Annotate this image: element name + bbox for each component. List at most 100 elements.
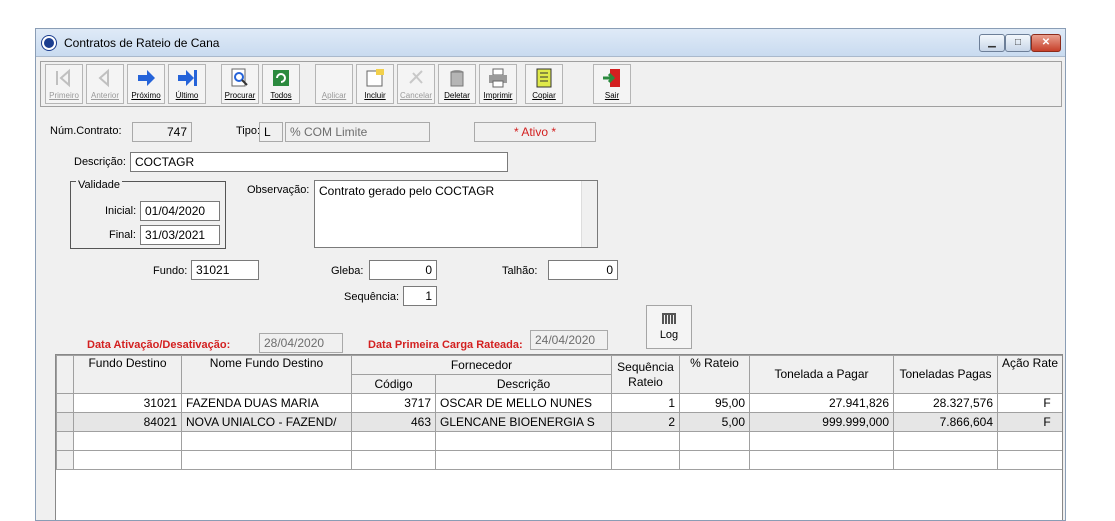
row-indicator[interactable] xyxy=(56,450,74,470)
rateio-percent-header[interactable]: % Rateio xyxy=(679,355,750,394)
empty-cell[interactable] xyxy=(997,431,1062,451)
rateio-cell[interactable]: 5,00 xyxy=(679,412,750,432)
action-cell[interactable]: F xyxy=(997,412,1062,432)
ton-paid-cell[interactable]: 28.327,576 xyxy=(893,393,998,413)
next-button[interactable]: Próximo xyxy=(127,64,165,104)
previous-button[interactable]: Anterior xyxy=(86,64,124,104)
row-indicator[interactable] xyxy=(56,393,74,413)
observation-scrollbar[interactable] xyxy=(581,181,597,247)
maximize-icon[interactable]: □ xyxy=(1005,34,1031,52)
sequence-label: Sequência: xyxy=(344,291,400,303)
include-label: Incluir xyxy=(364,91,386,100)
description-label: Descrição: xyxy=(74,156,126,168)
previous-icon xyxy=(98,68,109,88)
empty-cell[interactable] xyxy=(435,450,612,470)
fund-destination-header[interactable]: Fundo Destino xyxy=(73,355,182,394)
empty-cell[interactable] xyxy=(679,431,750,451)
delete-button[interactable]: Deletar xyxy=(438,64,476,104)
exit-button[interactable]: Sair xyxy=(593,64,631,104)
all-button[interactable]: Todos xyxy=(262,64,300,104)
supplier-code-cell[interactable]: 463 xyxy=(351,412,436,432)
sequence-cell[interactable]: 2 xyxy=(611,412,680,432)
last-button[interactable]: Último xyxy=(168,64,206,104)
empty-cell[interactable] xyxy=(611,431,680,451)
first-load-date-field: 24/04/2020 xyxy=(530,330,608,350)
fund-cell[interactable]: 31021 xyxy=(73,393,182,413)
fund-cell[interactable]: 84021 xyxy=(73,412,182,432)
cancel-icon xyxy=(409,70,423,84)
empty-cell[interactable] xyxy=(997,450,1062,470)
supplier-code-header[interactable]: Código xyxy=(351,374,436,394)
action-cell[interactable]: F xyxy=(997,393,1062,413)
print-button[interactable]: Imprimir xyxy=(479,64,517,104)
description-field[interactable]: COCTAGR xyxy=(130,152,508,172)
close-icon[interactable]: ✕ xyxy=(1031,34,1061,52)
fund-name-header[interactable]: Nome Fundo Destino xyxy=(181,355,352,394)
table-row[interactable] xyxy=(56,450,1062,470)
sequence-cell[interactable]: 1 xyxy=(611,393,680,413)
supplier-description-cell[interactable]: GLENCANE BIOENERGIA S xyxy=(435,412,612,432)
ton-to-pay-cell[interactable]: 999.999,000 xyxy=(749,412,894,432)
search-button[interactable]: Procurar xyxy=(221,64,259,104)
empty-cell[interactable] xyxy=(893,450,998,470)
ton-paid-header[interactable]: Toneladas Pagas xyxy=(893,355,998,394)
all-label: Todos xyxy=(270,91,292,100)
printer-icon xyxy=(489,68,507,88)
empty-cell[interactable] xyxy=(181,450,352,470)
empty-cell[interactable] xyxy=(893,431,998,451)
table-row[interactable] xyxy=(56,431,1062,451)
log-label: Log xyxy=(659,329,679,341)
supplier-description-header[interactable]: Descrição xyxy=(435,374,612,394)
first-button[interactable]: Primeiro xyxy=(45,64,83,104)
sequence-field[interactable]: 1 xyxy=(403,286,437,306)
empty-cell[interactable] xyxy=(679,450,750,470)
action-header[interactable]: Ação Rate xyxy=(997,355,1062,394)
ton-paid-cell[interactable]: 7.866,604 xyxy=(893,412,998,432)
end-date-field[interactable]: 31/03/2021 xyxy=(140,225,220,245)
apply-icon xyxy=(323,68,345,88)
type-label: Tipo: xyxy=(236,125,261,137)
start-date-field[interactable]: 01/04/2020 xyxy=(140,201,220,221)
next-label: Próximo xyxy=(131,91,161,100)
end-date-label: Final: xyxy=(109,229,136,241)
cancel-button[interactable]: Cancelar xyxy=(397,64,435,104)
observation-field[interactable]: Contrato gerado pelo COCTAGR xyxy=(314,180,598,248)
new-document-icon xyxy=(366,69,384,87)
sequence-rateio-header[interactable]: Sequência Rateio xyxy=(611,355,680,394)
fund-name-cell[interactable]: NOVA UNIALCO - FAZEND/ xyxy=(181,412,352,432)
row-indicator[interactable] xyxy=(56,412,74,432)
fund-name-cell[interactable]: FAZENDA DUAS MARIA xyxy=(181,393,352,413)
gleba-field[interactable]: 0 xyxy=(369,260,437,280)
main-window: Contratos de Rateio de Cana ▁ □ ✕ Primei… xyxy=(35,28,1066,521)
search-label: Procurar xyxy=(224,91,256,100)
empty-cell[interactable] xyxy=(749,450,894,470)
ton-to-pay-header[interactable]: Tonelada a Pagar xyxy=(749,355,894,394)
start-date-label: Inicial: xyxy=(105,205,137,217)
apply-button[interactable]: Aplicar xyxy=(315,64,353,104)
rateio-cell[interactable]: 95,00 xyxy=(679,393,750,413)
plot-field[interactable]: 0 xyxy=(548,260,618,280)
supplier-code-cell[interactable]: 3717 xyxy=(351,393,436,413)
allocation-grid[interactable]: Fundo Destino Nome Fundo Destino Fornece… xyxy=(55,354,1063,520)
empty-cell[interactable] xyxy=(73,431,182,451)
fund-field[interactable]: 31021 xyxy=(191,260,259,280)
status-badge: * Ativo * xyxy=(474,122,596,142)
empty-cell[interactable] xyxy=(351,450,436,470)
empty-cell[interactable] xyxy=(749,431,894,451)
copy-icon xyxy=(536,68,552,88)
log-button[interactable]: Log xyxy=(646,305,692,349)
table-row[interactable]: 84021 NOVA UNIALCO - FAZEND/ 463 GLENCAN… xyxy=(56,412,1062,432)
include-button[interactable]: Incluir xyxy=(356,64,394,104)
row-indicator[interactable] xyxy=(56,431,74,451)
empty-cell[interactable] xyxy=(611,450,680,470)
table-row[interactable]: 31021 FAZENDA DUAS MARIA 3717 OSCAR DE M… xyxy=(56,393,1062,413)
ton-to-pay-cell[interactable]: 27.941,826 xyxy=(749,393,894,413)
empty-cell[interactable] xyxy=(181,431,352,451)
empty-cell[interactable] xyxy=(73,450,182,470)
minimize-icon[interactable]: ▁ xyxy=(979,34,1005,52)
delete-label: Deletar xyxy=(444,91,470,100)
supplier-description-cell[interactable]: OSCAR DE MELLO NUNES xyxy=(435,393,612,413)
empty-cell[interactable] xyxy=(351,431,436,451)
copy-button[interactable]: Copiar xyxy=(525,64,563,104)
empty-cell[interactable] xyxy=(435,431,612,451)
